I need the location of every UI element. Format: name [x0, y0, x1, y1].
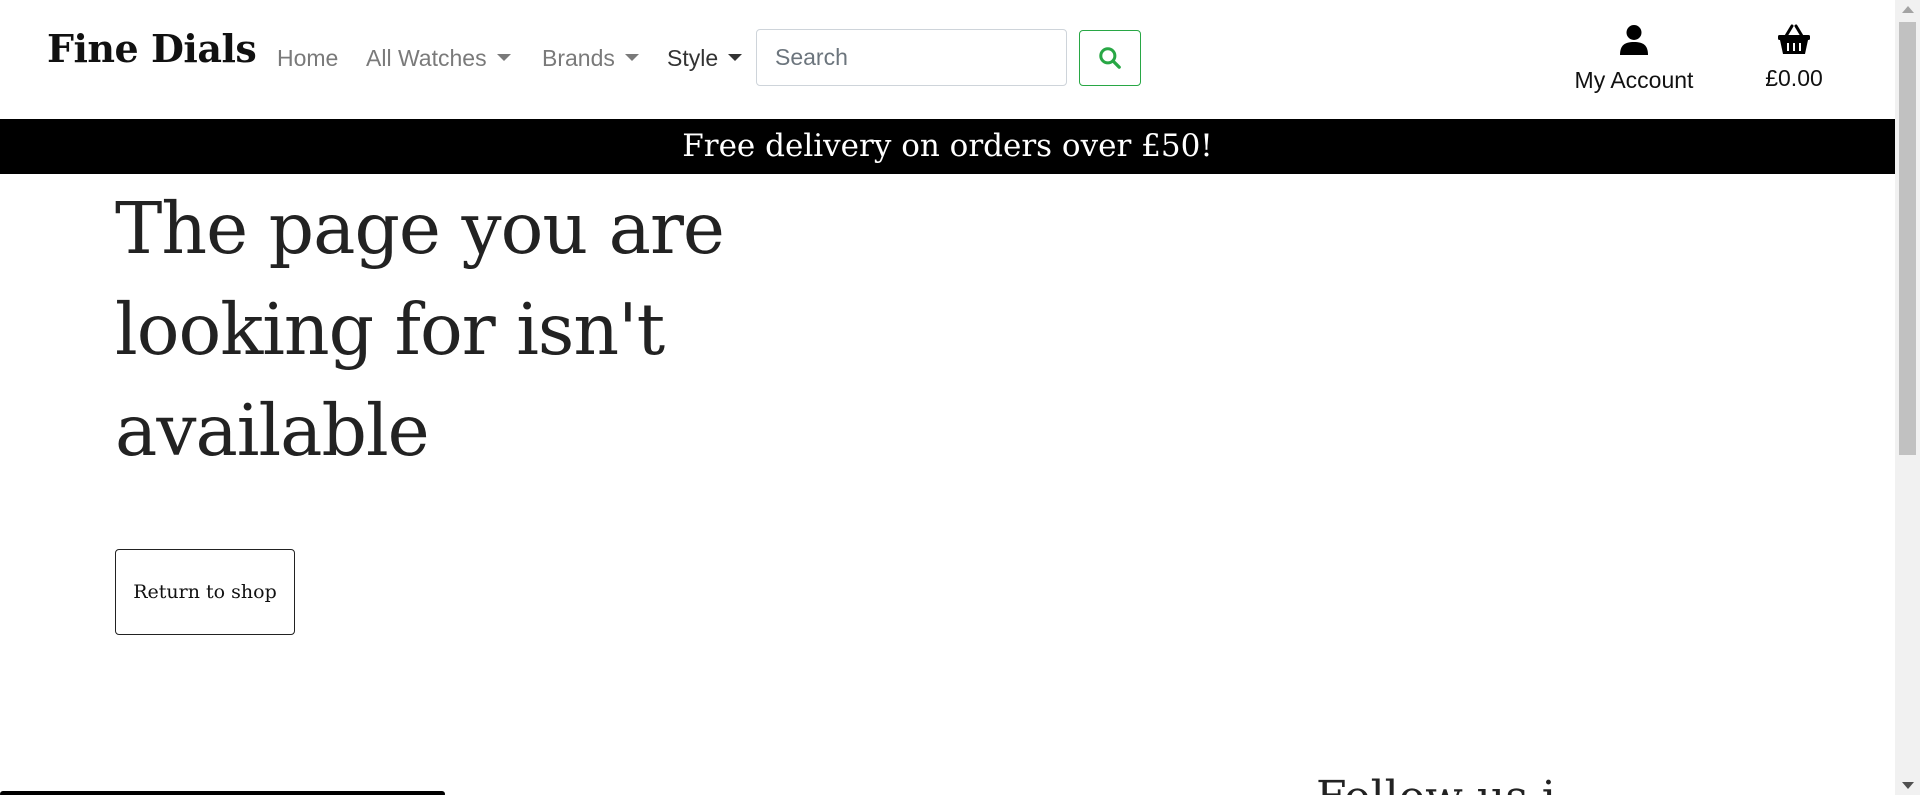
delivery-banner-text: Free delivery on orders over £50!: [682, 128, 1213, 164]
search-icon: [1099, 47, 1121, 69]
page: Fine Dials Home All Watches Brands Style…: [0, 0, 1895, 795]
vertical-scrollbar[interactable]: [1895, 0, 1920, 795]
scroll-down-arrow-icon[interactable]: [1902, 782, 1914, 789]
nav-all-watches[interactable]: All Watches: [366, 45, 511, 72]
nav-brands[interactable]: Brands: [542, 45, 639, 72]
page-title: The page you are looking for isn't avail…: [115, 187, 725, 472]
basket-icon: [1778, 24, 1810, 54]
basket-total: £0.00: [1765, 65, 1823, 91]
nav-all-watches-label: All Watches: [366, 45, 487, 71]
footer-divider: [0, 791, 445, 795]
nav-style[interactable]: Style: [667, 45, 743, 72]
chevron-down-icon: [496, 54, 511, 62]
site-header: Fine Dials Home All Watches Brands Style…: [0, 0, 1895, 119]
my-account-label: My Account: [1574, 67, 1694, 93]
search-input[interactable]: [756, 29, 1067, 86]
my-account-link[interactable]: My Account: [1560, 24, 1708, 94]
scrollbar-thumb[interactable]: [1899, 22, 1916, 455]
nav-home[interactable]: Home: [277, 45, 338, 72]
chevron-down-icon: [728, 54, 743, 62]
basket-link[interactable]: £0.00: [1750, 24, 1838, 92]
chevron-down-icon: [624, 54, 639, 62]
scroll-up-arrow-icon[interactable]: [1902, 6, 1914, 13]
nav-style-label: Style: [667, 45, 719, 71]
delivery-banner: Free delivery on orders over £50!: [0, 119, 1895, 174]
footer-follow-heading: Follow us i: [1316, 772, 1556, 795]
nav-brands-label: Brands: [542, 45, 615, 71]
site-logo[interactable]: Fine Dials: [47, 26, 257, 71]
user-icon: [1620, 25, 1648, 55]
return-to-shop-button[interactable]: Return to shop: [115, 549, 295, 635]
search-button[interactable]: [1079, 30, 1141, 86]
